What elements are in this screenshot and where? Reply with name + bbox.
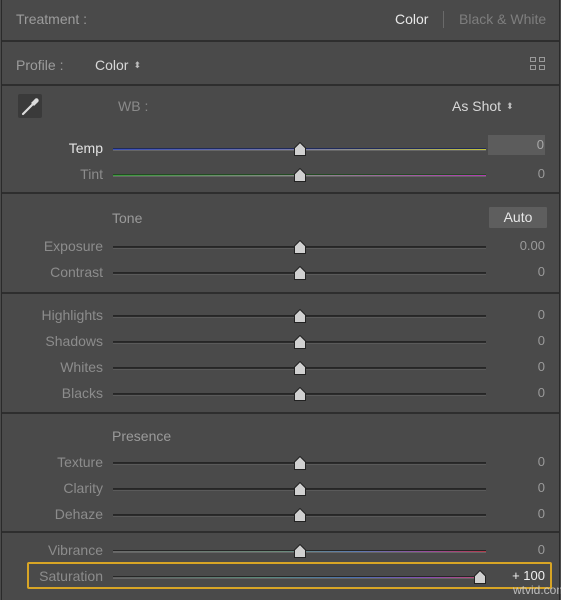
tone-section-title: Tone (112, 210, 143, 226)
highlights-value[interactable]: 0 (488, 307, 545, 322)
contrast-value[interactable]: 0 (488, 264, 545, 279)
saturation-slider-row: Saturation + 100 (0, 566, 561, 588)
divider (2, 84, 559, 86)
vibrance-slider-row: Vibrance 0 (0, 540, 561, 562)
wb-value: As Shot (452, 98, 502, 114)
contrast-slider-thumb[interactable] (293, 266, 306, 280)
dehaze-slider-thumb[interactable] (293, 508, 306, 522)
grid-icon[interactable] (530, 57, 546, 71)
blacks-slider-thumb[interactable] (293, 387, 306, 401)
dehaze-value[interactable]: 0 (488, 506, 545, 521)
exposure-value[interactable]: 0.00 (488, 238, 545, 253)
treatment-bw-option[interactable]: Black & White (459, 11, 546, 27)
treatment-color-option[interactable]: Color (395, 11, 428, 27)
basic-panel: Treatment : Color Black & White Profile … (0, 0, 561, 600)
treatment-label: Treatment : (16, 11, 88, 27)
treatment-row: Treatment : Color Black & White (0, 0, 561, 40)
exposure-slider-thumb[interactable] (293, 240, 306, 254)
clarity-slider-thumb[interactable] (293, 482, 306, 496)
divider (2, 192, 559, 194)
texture-value[interactable]: 0 (488, 454, 545, 469)
exposure-slider-row: Exposure 0.00 (0, 236, 561, 258)
clarity-label: Clarity (63, 480, 103, 496)
divider (2, 292, 559, 294)
vibrance-slider-thumb[interactable] (293, 544, 306, 558)
saturation-value[interactable]: + 100 (488, 568, 545, 583)
vibrance-value[interactable]: 0 (488, 542, 545, 557)
shadows-slider-thumb[interactable] (293, 335, 306, 349)
texture-slider-row: Texture 0 (0, 452, 561, 474)
tint-label: Tint (80, 166, 103, 182)
watermark: wtvid.com (513, 583, 561, 597)
highlights-label: Highlights (41, 307, 103, 323)
wb-label: WB : (118, 98, 149, 114)
shadows-slider-row: Shadows 0 (0, 331, 561, 353)
vibrance-label: Vibrance (47, 542, 103, 558)
profile-dropdown[interactable]: Color ⬍ (95, 57, 141, 73)
tint-value[interactable]: 0 (488, 166, 545, 181)
blacks-slider-row: Blacks 0 (0, 383, 561, 405)
highlights-slider-row: Highlights 0 (0, 305, 561, 327)
whites-slider-thumb[interactable] (293, 361, 306, 375)
temp-slider-thumb[interactable] (293, 142, 306, 156)
temp-value-field[interactable]: 0 (488, 135, 545, 155)
saturation-slider-thumb[interactable] (474, 570, 486, 584)
texture-label: Texture (57, 454, 103, 470)
whites-value[interactable]: 0 (488, 359, 545, 374)
contrast-slider-row: Contrast 0 (0, 262, 561, 284)
temp-label: Temp (68, 140, 103, 156)
texture-slider-thumb[interactable] (293, 456, 306, 470)
dehaze-slider-row: Dehaze 0 (0, 504, 561, 526)
auto-tone-button[interactable]: Auto (489, 207, 547, 228)
clarity-value[interactable]: 0 (488, 480, 545, 495)
presence-section-title: Presence (112, 428, 172, 444)
exposure-label: Exposure (43, 238, 103, 254)
updown-icon: ⬍ (133, 60, 142, 70)
saturation-label: Saturation (39, 568, 103, 584)
divider (2, 40, 559, 42)
shadows-label: Shadows (45, 333, 103, 349)
divider (2, 531, 559, 533)
treatment-separator (443, 11, 444, 28)
dehaze-label: Dehaze (54, 506, 103, 522)
blacks-label: Blacks (61, 385, 103, 401)
updown-icon: ⬍ (506, 101, 514, 111)
highlights-slider-thumb[interactable] (293, 309, 306, 323)
clarity-slider-row: Clarity 0 (0, 478, 561, 500)
shadows-value[interactable]: 0 (488, 333, 545, 348)
tint-slider-row: Tint 0 (0, 164, 561, 186)
divider (2, 412, 559, 414)
eyedropper-icon[interactable] (16, 92, 44, 120)
tint-slider-thumb[interactable] (293, 168, 306, 182)
saturation-slider[interactable] (113, 576, 486, 579)
whites-slider-row: Whites 0 (0, 357, 561, 379)
wb-dropdown[interactable]: As Shot ⬍ (452, 98, 514, 114)
whites-label: Whites (60, 359, 103, 375)
temp-slider-row: Temp 0 (0, 135, 561, 160)
profile-value: Color (95, 57, 129, 73)
blacks-value[interactable]: 0 (488, 385, 545, 400)
profile-label: Profile : (16, 57, 64, 73)
contrast-label: Contrast (50, 264, 103, 280)
